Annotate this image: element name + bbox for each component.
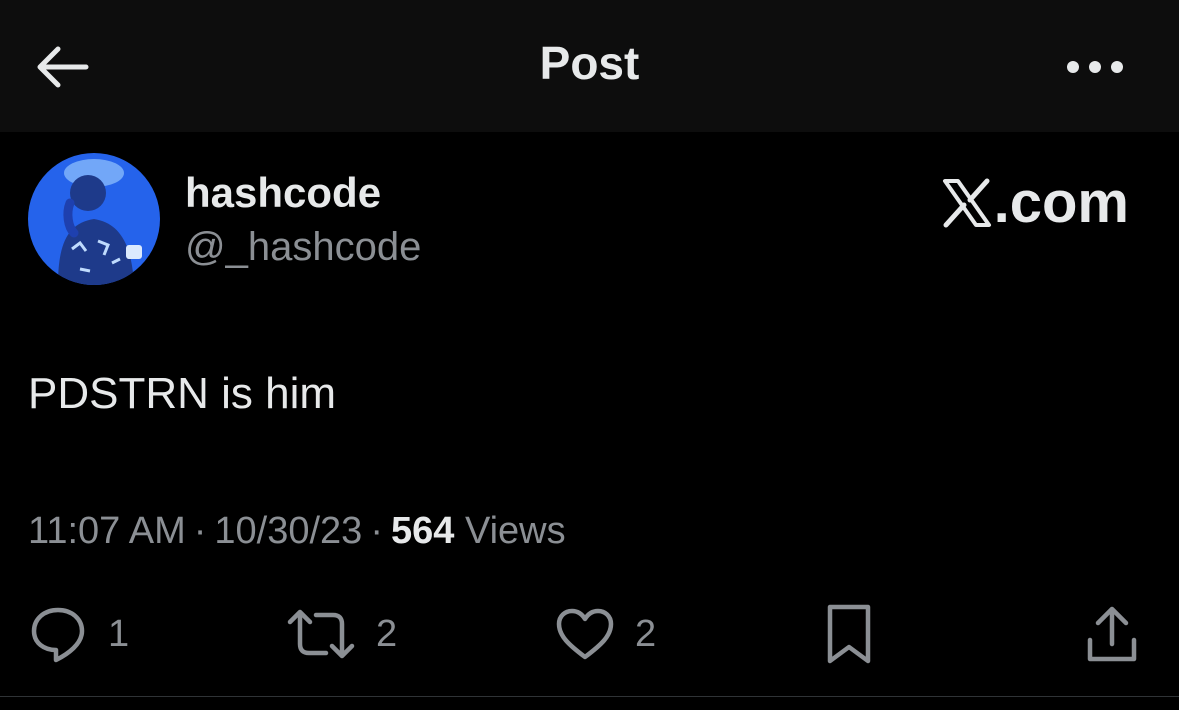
reply-icon [31, 607, 85, 663]
post-time: 11:07 AM [28, 510, 186, 552]
post-meta: 11:07 AM · 10/30/23 · 564 Views [28, 506, 566, 556]
share-icon [1087, 606, 1137, 662]
divider [0, 696, 1179, 697]
post-text: PDSTRN is him [28, 369, 337, 418]
repost-count: 2 [376, 612, 398, 655]
brand-text: .com [993, 170, 1129, 235]
author-handle[interactable]: @_hashcode [185, 222, 421, 272]
views-count[interactable]: 564 [391, 510, 454, 552]
like-count: 2 [635, 612, 657, 655]
avatar-image [28, 153, 160, 285]
reply-button[interactable]: 1 [28, 598, 129, 670]
back-button[interactable] [28, 38, 94, 96]
arrow-left-icon [37, 46, 89, 88]
more-options-button[interactable] [1058, 44, 1132, 90]
heart-icon [556, 608, 614, 660]
repost-icon [287, 609, 355, 659]
views-label[interactable]: Views [465, 510, 566, 552]
brand-watermark: .com [942, 170, 1129, 236]
bookmark-button[interactable] [824, 598, 874, 670]
repost-button[interactable]: 2 [286, 598, 397, 670]
meta-separator: · [193, 510, 207, 552]
more-horizontal-icon [1067, 61, 1123, 73]
reply-count: 1 [108, 612, 130, 655]
avatar[interactable] [28, 153, 160, 285]
top-bar: Post [0, 0, 1179, 132]
bookmark-icon [827, 604, 871, 664]
page-title: Post [539, 37, 640, 89]
like-button[interactable]: 2 [555, 598, 656, 670]
author-display-name[interactable]: hashcode [185, 168, 381, 218]
share-button[interactable] [1084, 598, 1140, 670]
action-bar: 1 2 2 [0, 598, 1179, 670]
meta-separator: · [370, 510, 383, 552]
x-logo-icon [942, 178, 991, 228]
post-date: 10/30/23 [214, 510, 363, 552]
